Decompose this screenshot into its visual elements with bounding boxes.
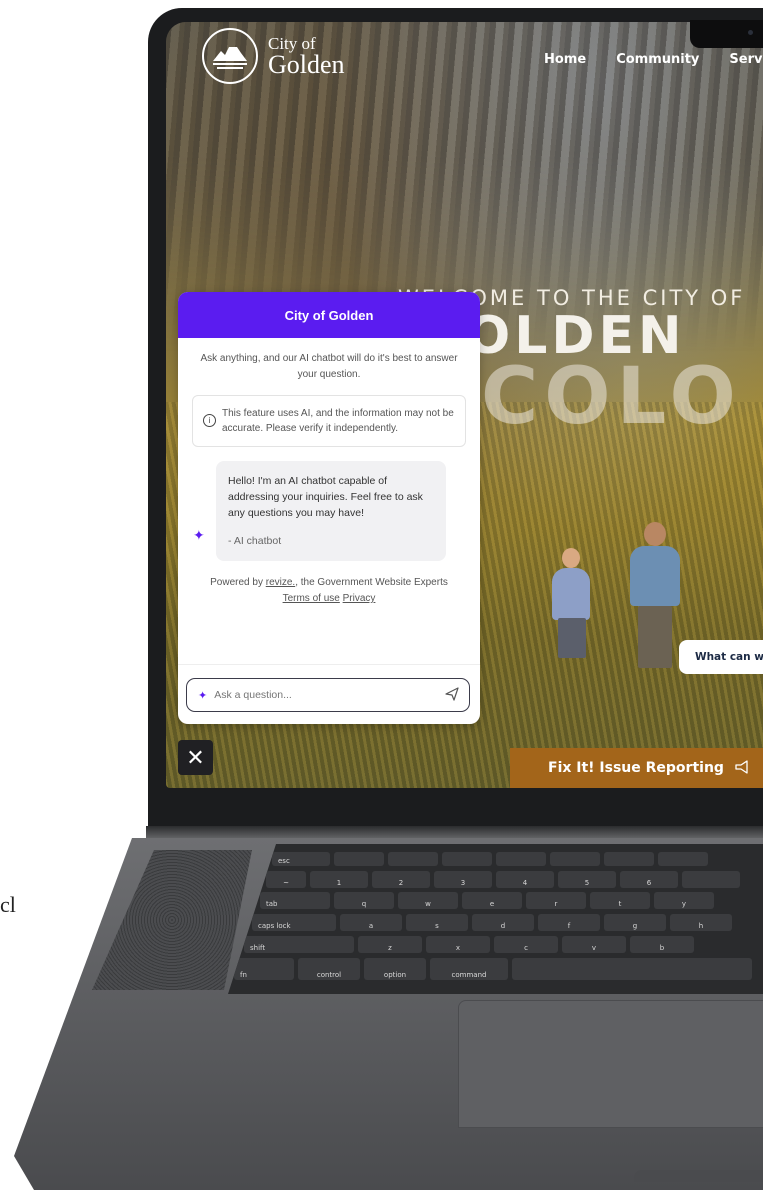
hiker-figure [546, 548, 596, 658]
key-4[interactable]: 4 [496, 871, 554, 888]
keyboard-row: caps lock a s d f g h [252, 914, 732, 931]
key-2[interactable]: 2 [372, 871, 430, 888]
powered-by: Powered by revize., the Government Websi… [210, 577, 448, 604]
key-fn[interactable]: fn [234, 958, 294, 980]
megaphone-icon [735, 760, 749, 776]
key-caps-lock[interactable]: caps lock [252, 914, 336, 931]
key-y[interactable]: y [654, 892, 714, 909]
keyboard-row: ~ 1 2 3 4 5 6 [266, 871, 740, 888]
key-b[interactable]: b [630, 936, 694, 953]
camera-icon [748, 30, 753, 35]
what-can-button[interactable]: What can w [679, 640, 763, 674]
key-h[interactable]: h [670, 914, 732, 931]
chat-message-text: Hello! I'm an AI chatbot capable of addr… [228, 475, 423, 519]
keyboard-row: esc [272, 852, 708, 866]
key-q[interactable]: q [334, 892, 394, 909]
chatbot-intro: Ask anything, and our AI chatbot will do… [200, 353, 458, 380]
key-x[interactable]: x [426, 936, 490, 953]
sparkle-icon: ✦ [198, 689, 208, 702]
key-z[interactable]: z [358, 936, 422, 953]
privacy-link[interactable]: Privacy [343, 593, 376, 604]
key-6[interactable]: 6 [620, 871, 678, 888]
mountain-logo-icon [202, 28, 258, 84]
key-tilde[interactable]: ~ [266, 871, 306, 888]
laptop-screen: City of Golden Home Community Servi WELC… [166, 22, 763, 788]
key[interactable] [442, 852, 492, 866]
sparkle-icon: ✦ [193, 527, 205, 543]
main-nav: Home Community Servi [544, 52, 763, 67]
key-r[interactable]: r [526, 892, 586, 909]
close-chat-button[interactable]: ✕ [178, 740, 213, 775]
key-v[interactable]: v [562, 936, 626, 953]
chatbot-panel: City of Golden Ask anything, and our AI … [178, 292, 480, 724]
key-3[interactable]: 3 [434, 871, 492, 888]
terms-link[interactable]: Terms of use [283, 593, 340, 604]
fixit-reporting-button[interactable]: Fix It! Issue Reporting [510, 748, 763, 788]
key[interactable] [496, 852, 546, 866]
laptop-front-notch [634, 1170, 763, 1182]
key-tab[interactable]: tab [260, 892, 330, 909]
chatbot-title: City of Golden [178, 292, 480, 338]
keyboard-row: shift z x c v b [244, 936, 694, 953]
nav-community[interactable]: Community [616, 52, 699, 67]
trackpad[interactable] [458, 1000, 763, 1128]
key-option[interactable]: option [364, 958, 426, 980]
logo-text-bottom: Golden [268, 49, 345, 79]
chat-message: ✦ Hello! I'm an AI chatbot capable of ad… [178, 461, 480, 561]
key-t[interactable]: t [590, 892, 650, 909]
chat-input[interactable] [212, 688, 445, 702]
stray-text: cl [0, 892, 16, 917]
key-g[interactable]: g [604, 914, 666, 931]
key-a[interactable]: a [340, 914, 402, 931]
key-space[interactable] [512, 958, 752, 980]
chat-signature: - AI chatbot [228, 535, 282, 547]
key-d[interactable]: d [472, 914, 534, 931]
hero-state-name: COLO [481, 352, 742, 442]
fixit-label: Fix It! Issue Reporting [548, 760, 724, 776]
ai-disclaimer: i This feature uses AI, and the informat… [192, 395, 466, 447]
key[interactable] [550, 852, 600, 866]
laptop-hinge [146, 826, 763, 840]
key-s[interactable]: s [406, 914, 468, 931]
logo-text-top: City of [268, 33, 316, 53]
nav-services[interactable]: Servi [729, 52, 763, 67]
key-5[interactable]: 5 [558, 871, 616, 888]
logo-wordmark: City of Golden [268, 35, 345, 78]
key-esc[interactable]: esc [272, 852, 330, 866]
ai-disclaimer-text: This feature uses AI, and the informatio… [222, 408, 454, 434]
chat-input-box[interactable]: ✦ [186, 678, 470, 712]
keyboard: esc ~ 1 2 3 4 5 6 tab q w e r t y caps l… [228, 844, 763, 994]
send-icon[interactable] [445, 686, 459, 704]
info-icon: i [203, 414, 216, 427]
key-c[interactable]: c [494, 936, 558, 953]
chat-bubble: Hello! I'm an AI chatbot capable of addr… [216, 461, 446, 561]
key[interactable] [604, 852, 654, 866]
key-f[interactable]: f [538, 914, 600, 931]
site-logo[interactable]: City of Golden [202, 28, 345, 84]
key[interactable] [682, 871, 740, 888]
key[interactable] [334, 852, 384, 866]
keyboard-row: tab q w e r t y [260, 892, 714, 909]
key-1[interactable]: 1 [310, 871, 368, 888]
key-w[interactable]: w [398, 892, 458, 909]
keyboard-row: fn control option command [234, 958, 752, 980]
key[interactable] [388, 852, 438, 866]
chat-divider [178, 664, 480, 665]
key-control[interactable]: control [298, 958, 360, 980]
key-e[interactable]: e [462, 892, 522, 909]
key-command[interactable]: command [430, 958, 508, 980]
key[interactable] [658, 852, 708, 866]
key-shift[interactable]: shift [244, 936, 354, 953]
nav-home[interactable]: Home [544, 52, 586, 67]
revize-link[interactable]: revize. [266, 577, 295, 588]
